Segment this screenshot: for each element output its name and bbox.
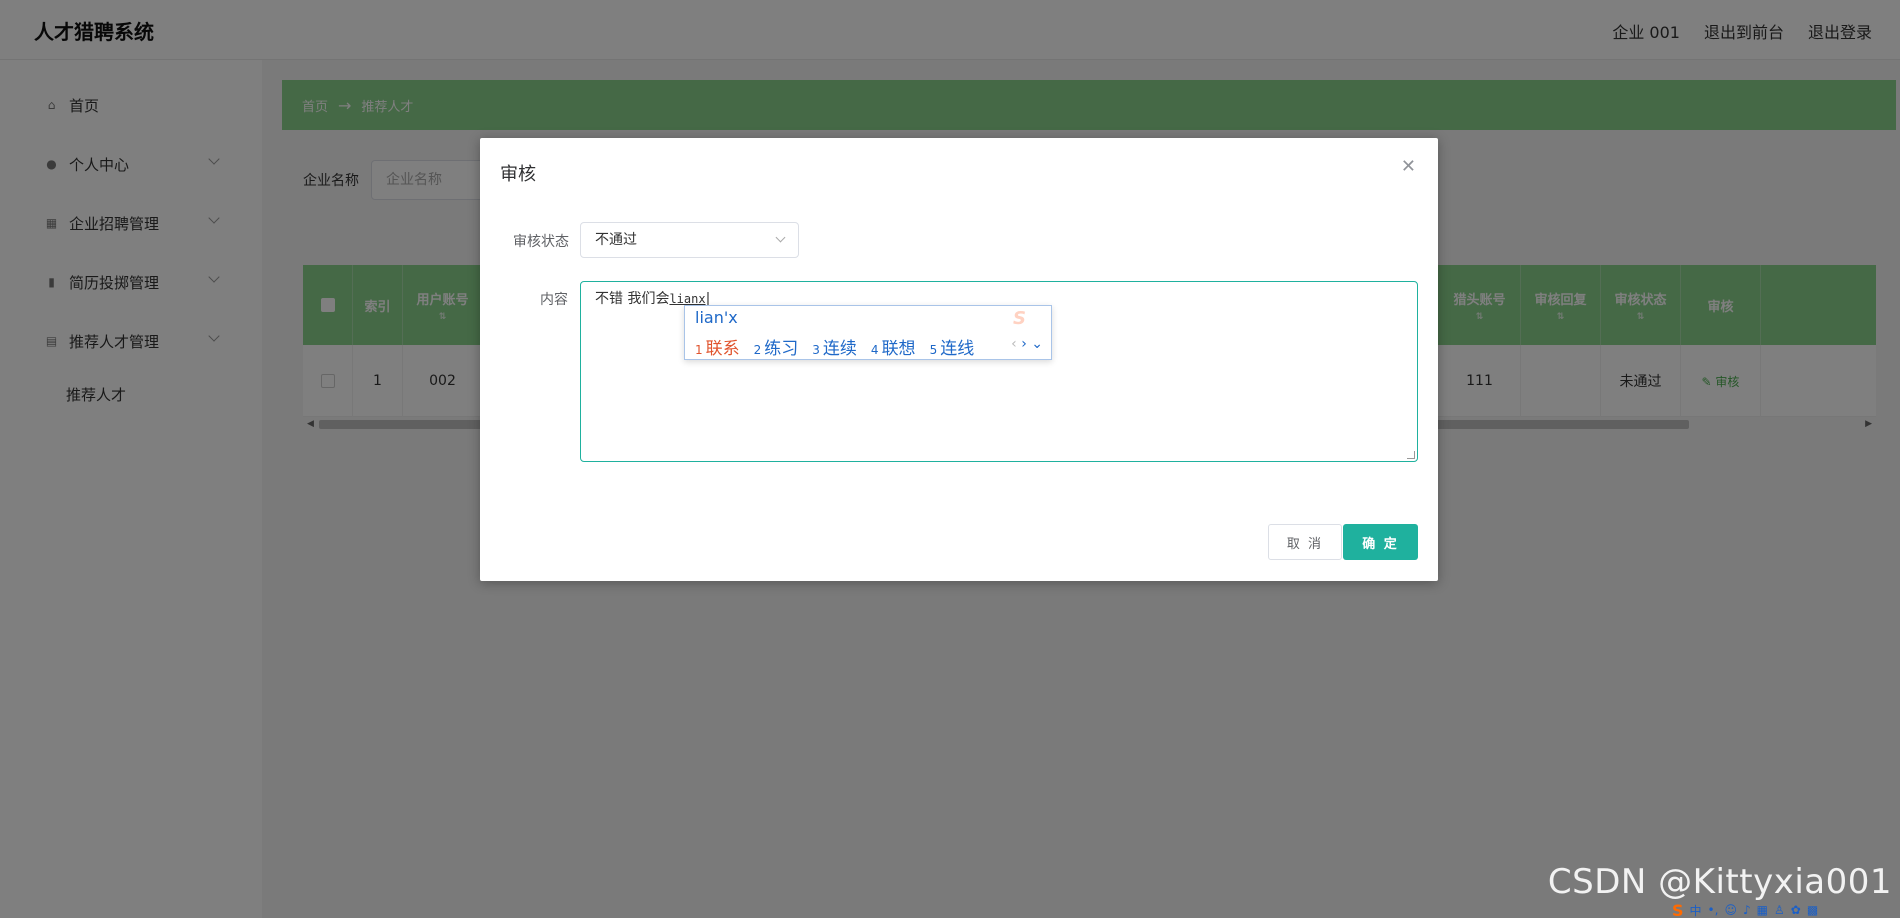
candidate-text: 连续 [822, 339, 857, 359]
candidate-text: 联想 [881, 339, 916, 359]
candidate-number: 2 [753, 343, 762, 357]
ime-expand-icon[interactable]: ⌄ [1031, 336, 1043, 352]
close-icon[interactable]: ✕ [1401, 156, 1416, 177]
ime-candidate[interactable]: 4 联想 [871, 334, 916, 359]
cancel-button[interactable]: 取 消 [1268, 524, 1342, 560]
toolbox-icon[interactable]: ▩ [1807, 903, 1818, 917]
candidate-number: 1 [695, 343, 703, 357]
candidate-number: 3 [812, 343, 820, 357]
emoji-icon[interactable]: ☺ [1724, 903, 1737, 917]
ime-candidate[interactable]: 1 联系 [695, 334, 740, 359]
status-label: 审核状态 [513, 234, 569, 250]
ime-tray: S 中 •, ☺ ♪ ▦ ♙ ✿ ▩ [1672, 901, 1892, 918]
candidate-number: 5 [929, 343, 938, 357]
punctuation-icon[interactable]: •, [1708, 903, 1719, 917]
user-icon[interactable]: ♙ [1774, 903, 1785, 917]
sogou-logo-icon: S [1013, 308, 1026, 329]
content-label: 内容 [540, 292, 568, 308]
ime-candidate[interactable]: 5 连线 [930, 334, 975, 359]
candidate-text: 联系 [705, 339, 740, 359]
chinese-mode-icon[interactable]: 中 [1690, 902, 1702, 918]
confirm-button[interactable]: 确 定 [1343, 524, 1418, 560]
skin-icon[interactable]: ✿ [1791, 903, 1801, 917]
ime-candidate[interactable]: 2 练习 [754, 334, 799, 359]
ime-nav: ‹ › ⌄ [1011, 336, 1043, 352]
resize-handle[interactable] [1407, 451, 1415, 459]
candidate-text: 练习 [764, 339, 799, 359]
chevron-down-icon [775, 232, 786, 243]
ime-pinyin-text: lianx [669, 292, 706, 306]
ime-candidate-popup: lian'x S 1 联系 2 练习 3 连续 4 联想 5 连线 ‹ › ⌄ [684, 305, 1052, 360]
watermark: CSDN @Kittyxia001 [1547, 862, 1892, 902]
mic-icon[interactable]: ♪ [1743, 903, 1751, 917]
ime-candidates: 1 联系 2 练习 3 连续 4 联想 5 连线 [695, 334, 974, 359]
ime-candidate[interactable]: 3 连续 [812, 334, 857, 359]
keyboard-icon[interactable]: ▦ [1757, 903, 1768, 917]
select-value: 不通过 [595, 232, 637, 248]
sogou-tray-icon[interactable]: S [1672, 901, 1684, 918]
candidate-number: 4 [870, 343, 879, 357]
candidate-text: 连线 [940, 339, 975, 359]
ime-composition: lian'x [695, 308, 738, 327]
ime-next-icon[interactable]: › [1021, 336, 1027, 352]
dialog-title: 审核 [500, 164, 536, 185]
audit-status-select[interactable]: 不通过 [580, 222, 799, 258]
ime-prev-icon[interactable]: ‹ [1011, 336, 1017, 352]
content-text: 不错 我们会 [595, 291, 670, 307]
